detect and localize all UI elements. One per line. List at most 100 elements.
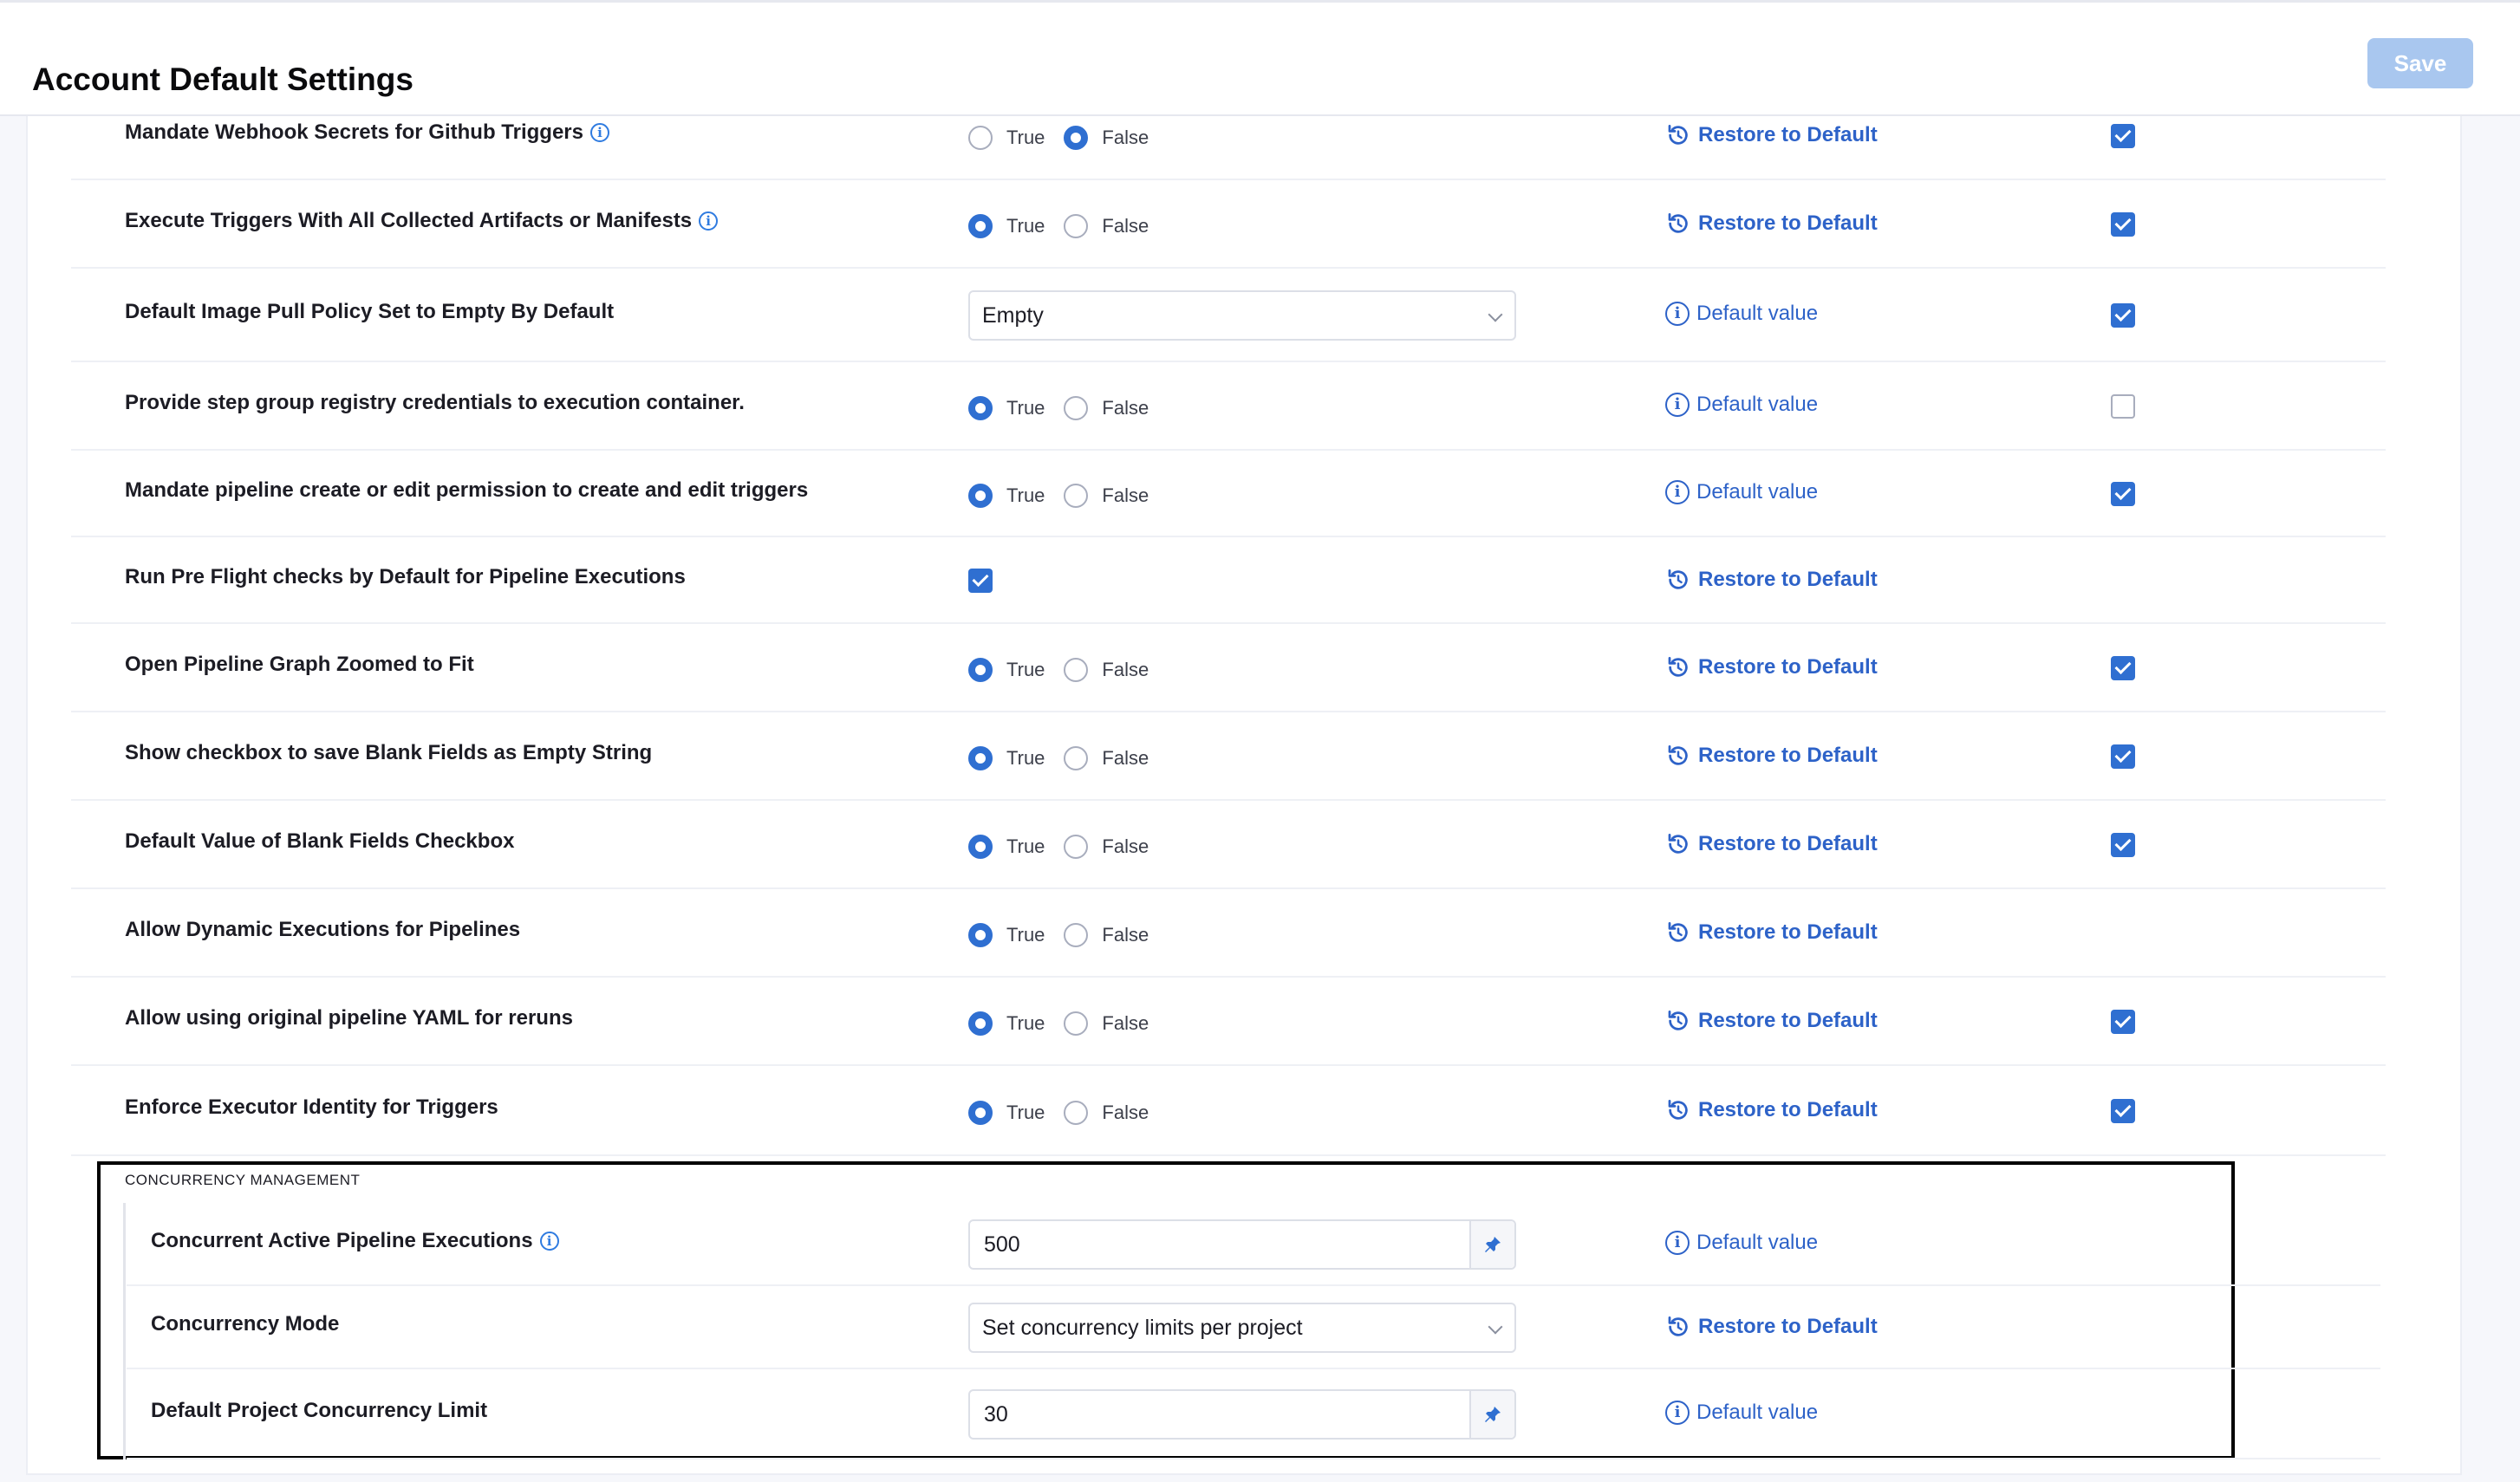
setting-row: Allow using original pipeline YAML for r… xyxy=(71,978,2386,1066)
action-label: Restore to Default xyxy=(1698,1009,1878,1032)
info-circle-icon[interactable]: i xyxy=(699,211,719,231)
setting-row: Mandate pipeline create or edit permissi… xyxy=(71,451,2386,537)
pin-icon[interactable] xyxy=(1469,1391,1514,1438)
restore-to-default-link[interactable]: Restore to Default xyxy=(1665,1314,1878,1340)
setting-row: Default Value of Blank Fields Checkbox Tr… xyxy=(71,801,2386,889)
allow-override-checkbox[interactable] xyxy=(2111,394,2135,419)
radio-false-label: False xyxy=(1102,924,1149,946)
radio-false[interactable] xyxy=(1064,484,1089,508)
setting-value-checkbox[interactable] xyxy=(968,569,993,593)
radio-false[interactable] xyxy=(1064,1011,1089,1036)
radio-true[interactable] xyxy=(968,214,993,238)
radio-true[interactable] xyxy=(968,1101,993,1125)
setting-label-text: Default Value of Blank Fields Checkbox xyxy=(125,829,515,853)
radio-true[interactable] xyxy=(968,658,993,682)
setting-label-text: Mandate Webhook Secrets for Github Trigg… xyxy=(125,120,583,144)
setting-label-text: Concurrency Mode xyxy=(151,1312,340,1336)
restore-icon xyxy=(1665,1314,1691,1340)
setting-label-text: Show checkbox to save Blank Fields as Em… xyxy=(125,741,653,764)
radio-false-label: False xyxy=(1102,747,1149,769)
setting-row: Open Pipeline Graph Zoomed to Fit True Fal… xyxy=(71,624,2386,712)
info-circle-icon[interactable]: i xyxy=(589,123,609,142)
setting-number-input[interactable]: 30 xyxy=(968,1389,1516,1440)
true-false-radio-group: True False xyxy=(968,658,1149,682)
default-value-link[interactable]: i Default value xyxy=(1665,302,1818,326)
allow-override-checkbox[interactable] xyxy=(2111,303,2135,328)
restore-to-default-link[interactable]: Restore to Default xyxy=(1665,211,1878,237)
radio-true[interactable] xyxy=(968,746,993,770)
setting-label: Provide step group registry credentials … xyxy=(125,391,745,415)
action-label: Default value xyxy=(1696,1231,1819,1254)
setting-select[interactable]: Empty xyxy=(968,290,1516,341)
default-value-link[interactable]: i Default value xyxy=(1665,1401,1818,1425)
info-circle-icon: i xyxy=(1665,1401,1690,1425)
setting-select[interactable]: Set concurrency limits per project xyxy=(968,1303,1516,1353)
setting-label-text: Mandate pipeline create or edit permissi… xyxy=(125,478,809,502)
restore-to-default-link[interactable]: Restore to Default xyxy=(1665,831,1878,857)
restore-to-default-link[interactable]: Restore to Default xyxy=(1665,654,1878,680)
radio-false[interactable] xyxy=(1064,214,1089,238)
allow-override-checkbox[interactable] xyxy=(2111,744,2135,769)
radio-false-label: False xyxy=(1102,127,1149,148)
allow-override-checkbox[interactable] xyxy=(2111,656,2135,680)
info-circle-icon: i xyxy=(1665,393,1690,417)
radio-false[interactable] xyxy=(1064,126,1089,150)
default-value-link[interactable]: i Default value xyxy=(1665,480,1818,504)
radio-true-label: True xyxy=(1006,397,1045,419)
radio-false-label: False xyxy=(1102,1012,1149,1034)
action-label: Restore to Default xyxy=(1698,568,1878,591)
radio-false-label: False xyxy=(1102,835,1149,857)
default-value-link[interactable]: i Default value xyxy=(1665,1231,1818,1255)
restore-to-default-link[interactable]: Restore to Default xyxy=(1665,122,1878,148)
save-button[interactable]: Save xyxy=(2367,38,2473,88)
default-value-link[interactable]: i Default value xyxy=(1665,393,1818,417)
radio-false[interactable] xyxy=(1064,746,1089,770)
setting-number-input[interactable]: 500 xyxy=(968,1219,1516,1270)
radio-false-label: False xyxy=(1102,659,1149,680)
allow-override-checkbox[interactable] xyxy=(2111,833,2135,857)
setting-label: Execute Triggers With All Collected Arti… xyxy=(125,209,719,233)
allow-override-checkbox[interactable] xyxy=(2111,1010,2135,1034)
allow-override-checkbox[interactable] xyxy=(2111,1099,2135,1123)
input-value: 500 xyxy=(984,1232,1020,1257)
radio-true[interactable] xyxy=(968,126,993,150)
setting-row: Execute Triggers With All Collected Arti… xyxy=(71,180,2386,269)
radio-true-label: True xyxy=(1006,215,1045,237)
restore-icon xyxy=(1665,743,1691,769)
action-label: Restore to Default xyxy=(1698,1315,1878,1338)
restore-to-default-link[interactable]: Restore to Default xyxy=(1665,567,1878,593)
radio-true[interactable] xyxy=(968,1011,993,1036)
info-circle-icon: i xyxy=(1665,1231,1690,1255)
pin-icon[interactable] xyxy=(1469,1221,1514,1268)
action-label: Default value xyxy=(1696,1401,1819,1424)
page-title: Account Default Settings xyxy=(32,62,413,97)
radio-false[interactable] xyxy=(1064,835,1089,859)
action-label: Default value xyxy=(1696,480,1819,504)
action-label: Restore to Default xyxy=(1698,655,1878,679)
allow-override-checkbox[interactable] xyxy=(2111,482,2135,506)
radio-false[interactable] xyxy=(1064,658,1089,682)
restore-to-default-link[interactable]: Restore to Default xyxy=(1665,1008,1878,1034)
radio-true[interactable] xyxy=(968,835,993,859)
radio-false[interactable] xyxy=(1064,923,1089,947)
radio-true[interactable] xyxy=(968,396,993,420)
setting-label: Mandate pipeline create or edit permissi… xyxy=(125,478,808,503)
restore-to-default-link[interactable]: Restore to Default xyxy=(1665,743,1878,769)
info-circle-icon[interactable]: i xyxy=(539,1232,559,1251)
true-false-radio-group: True False xyxy=(968,214,1149,238)
setting-label: Concurrent Active Pipeline Executions i xyxy=(151,1229,559,1253)
radio-false[interactable] xyxy=(1064,396,1089,420)
setting-row: Provide step group registry credentials … xyxy=(71,362,2386,451)
action-label: Restore to Default xyxy=(1698,123,1878,146)
radio-true[interactable] xyxy=(968,484,993,508)
allow-override-checkbox[interactable] xyxy=(2111,124,2135,148)
setting-label-text: Run Pre Flight checks by Default for Pip… xyxy=(125,565,686,588)
setting-label: Open Pipeline Graph Zoomed to Fit xyxy=(125,653,474,677)
allow-override-checkbox[interactable] xyxy=(2111,212,2135,237)
radio-false[interactable] xyxy=(1064,1101,1089,1125)
setting-label: Enforce Executor Identity for Triggers xyxy=(125,1095,498,1120)
radio-true[interactable] xyxy=(968,923,993,947)
true-false-radio-group: True False xyxy=(968,484,1149,508)
restore-to-default-link[interactable]: Restore to Default xyxy=(1665,920,1878,946)
restore-to-default-link[interactable]: Restore to Default xyxy=(1665,1097,1878,1123)
